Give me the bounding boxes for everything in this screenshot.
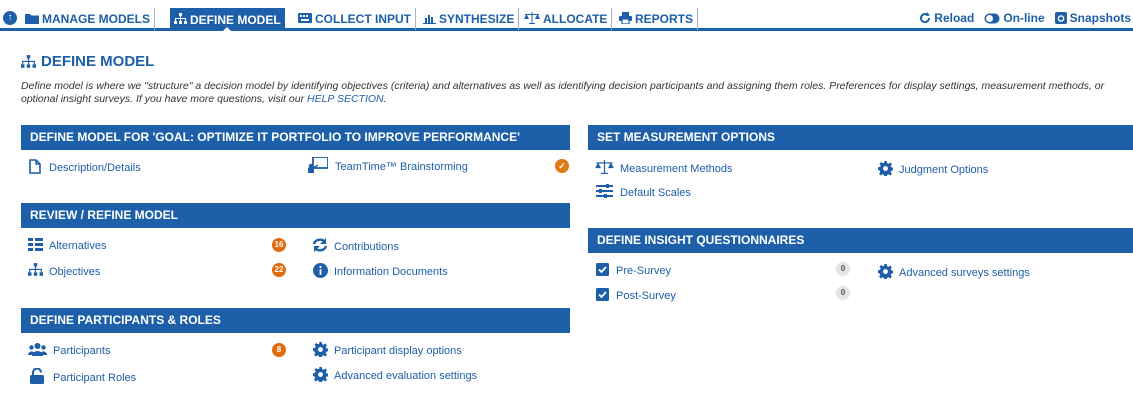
tab-label: DEFINE MODEL	[190, 12, 281, 27]
print-icon	[619, 12, 632, 26]
default-scales-link[interactable]: Default Scales	[594, 184, 691, 201]
advanced-surveys-settings-label: Advanced surveys settings	[899, 267, 1030, 279]
scales-icon	[524, 12, 540, 26]
tab-label: COLLECT INPUT	[315, 12, 411, 26]
pre-survey-count-badge: 0	[836, 262, 850, 276]
insight-questionnaires-panel-header: DEFINE INSIGHT QUESTIONNAIRES	[588, 228, 1133, 253]
online-label: On-line	[1003, 11, 1045, 25]
measurement-options-panel-header: SET MEASUREMENT OPTIONS	[588, 125, 1133, 150]
document-icon	[27, 159, 43, 177]
gear-icon	[312, 367, 328, 385]
gear-icon	[877, 161, 893, 179]
sitemap-icon	[27, 263, 43, 280]
info-circle-icon	[312, 263, 328, 281]
teamtime-label: TeamTime™ Brainstorming	[335, 160, 468, 173]
objectives-count-badge: 22	[272, 263, 286, 277]
participant-display-options-link[interactable]: Participant display options	[312, 342, 462, 360]
camera-icon	[1054, 12, 1067, 24]
participant-roles-link[interactable]: Participant Roles	[27, 367, 137, 387]
toggle-icon	[984, 13, 1000, 23]
gear-icon	[877, 264, 893, 282]
define-model-panel-header: DEFINE MODEL FOR 'GOAL: OPTIMIZE IT PORT…	[21, 125, 570, 150]
checkbox-icon	[594, 263, 610, 279]
post-survey-count-badge: 0	[836, 286, 850, 300]
description-details-label: Description/Details	[49, 162, 141, 174]
participants-link[interactable]: Participants	[27, 343, 110, 359]
page-description: Define model is where we "structure" a d…	[21, 80, 1111, 106]
gear-icon	[312, 342, 328, 360]
tab-label: ALLOCATE	[543, 12, 608, 26]
participants-roles-panel-header: DEFINE PARTICIPANTS & ROLES	[21, 308, 570, 333]
advanced-evaluation-settings-label: Advanced evaluation settings	[334, 370, 478, 382]
toolbar-right: Reload On-line Snapshots	[919, 11, 1131, 25]
alternatives-count-badge: 16	[272, 238, 286, 252]
participants-count-badge: 8	[272, 343, 286, 357]
review-refine-panel-header: REVIEW / REFINE MODEL	[21, 203, 570, 228]
top-nav: ↑ MANAGE MODELS DEFINE MODEL COLLECT INP…	[0, 0, 1133, 32]
measurement-methods-link[interactable]: Measurement Methods	[594, 160, 733, 177]
online-toggle[interactable]: On-line	[984, 11, 1045, 25]
sync-icon	[312, 238, 328, 255]
participant-display-options-label: Participant display options	[334, 345, 462, 357]
information-documents-label: Information Documents	[334, 266, 448, 278]
presentation-icon	[307, 156, 329, 176]
users-icon	[27, 343, 47, 359]
tab-define-model[interactable]: DEFINE MODEL	[170, 8, 285, 32]
tab-synthesize[interactable]: SYNTHESIZE	[419, 8, 520, 30]
participant-roles-label: Participant Roles	[53, 371, 137, 384]
objectives-label: Objectives	[49, 265, 101, 278]
tab-label: SYNTHESIZE	[439, 12, 515, 26]
help-section-link[interactable]: HELP SECTION	[307, 93, 384, 105]
sitemap-icon	[174, 12, 187, 27]
folder-icon	[25, 13, 39, 26]
alternatives-label: Alternatives	[49, 240, 107, 252]
snapshots-button[interactable]: Snapshots	[1054, 11, 1131, 25]
sitemap-icon	[21, 54, 36, 68]
tab-manage-models[interactable]: MANAGE MODELS	[21, 8, 155, 30]
check-circle-icon: ✓	[555, 159, 569, 173]
scales-icon	[594, 160, 614, 177]
tab-label: MANAGE MODELS	[42, 12, 150, 26]
arrow-up-circle-icon[interactable]: ↑	[3, 11, 17, 25]
alternatives-link[interactable]: Alternatives	[27, 238, 106, 254]
bar-chart-icon	[423, 13, 436, 26]
measurement-methods-label: Measurement Methods	[620, 162, 733, 175]
tab-allocate[interactable]: ALLOCATE	[520, 8, 613, 30]
description-end: .	[383, 93, 387, 105]
contributions-label: Contributions	[334, 240, 399, 253]
advanced-surveys-settings-link[interactable]: Advanced surveys settings	[877, 264, 1030, 282]
tab-label: REPORTS	[635, 12, 694, 26]
reload-button[interactable]: Reload	[919, 11, 974, 25]
teamtime-brainstorming-link[interactable]: TeamTime™ Brainstorming	[307, 156, 468, 176]
post-survey-label: Post-Survey	[616, 290, 676, 302]
tab-collect-input[interactable]: COLLECT INPUT	[294, 8, 416, 30]
unlock-icon	[27, 367, 47, 387]
default-scales-label: Default Scales	[620, 186, 691, 199]
post-survey-link[interactable]: Post-Survey	[594, 288, 676, 304]
judgment-options-label: Judgment Options	[899, 164, 989, 176]
information-documents-link[interactable]: Information Documents	[312, 263, 448, 281]
list-icon	[27, 238, 43, 254]
judgment-options-link[interactable]: Judgment Options	[877, 161, 988, 179]
pre-survey-link[interactable]: Pre-Survey	[594, 263, 671, 279]
sliders-icon	[594, 184, 614, 201]
description-details-link[interactable]: Description/Details	[27, 159, 141, 177]
refresh-icon	[920, 12, 931, 24]
contributions-link[interactable]: Contributions	[312, 238, 399, 255]
keyboard-icon	[298, 13, 312, 25]
participants-label: Participants	[53, 345, 111, 357]
objectives-link[interactable]: Objectives	[27, 263, 100, 280]
reload-label: Reload	[934, 11, 975, 25]
snapshots-label: Snapshots	[1069, 11, 1131, 25]
advanced-evaluation-settings-link[interactable]: Advanced evaluation settings	[312, 367, 477, 385]
page-title: DEFINE MODEL	[21, 53, 154, 70]
tab-reports[interactable]: REPORTS	[615, 8, 699, 30]
pre-survey-label: Pre-Survey	[616, 265, 672, 277]
checkbox-icon	[594, 288, 610, 304]
page-title-text: DEFINE MODEL	[41, 53, 155, 70]
description-text: Define model is where we "structure" a d…	[21, 80, 1105, 105]
